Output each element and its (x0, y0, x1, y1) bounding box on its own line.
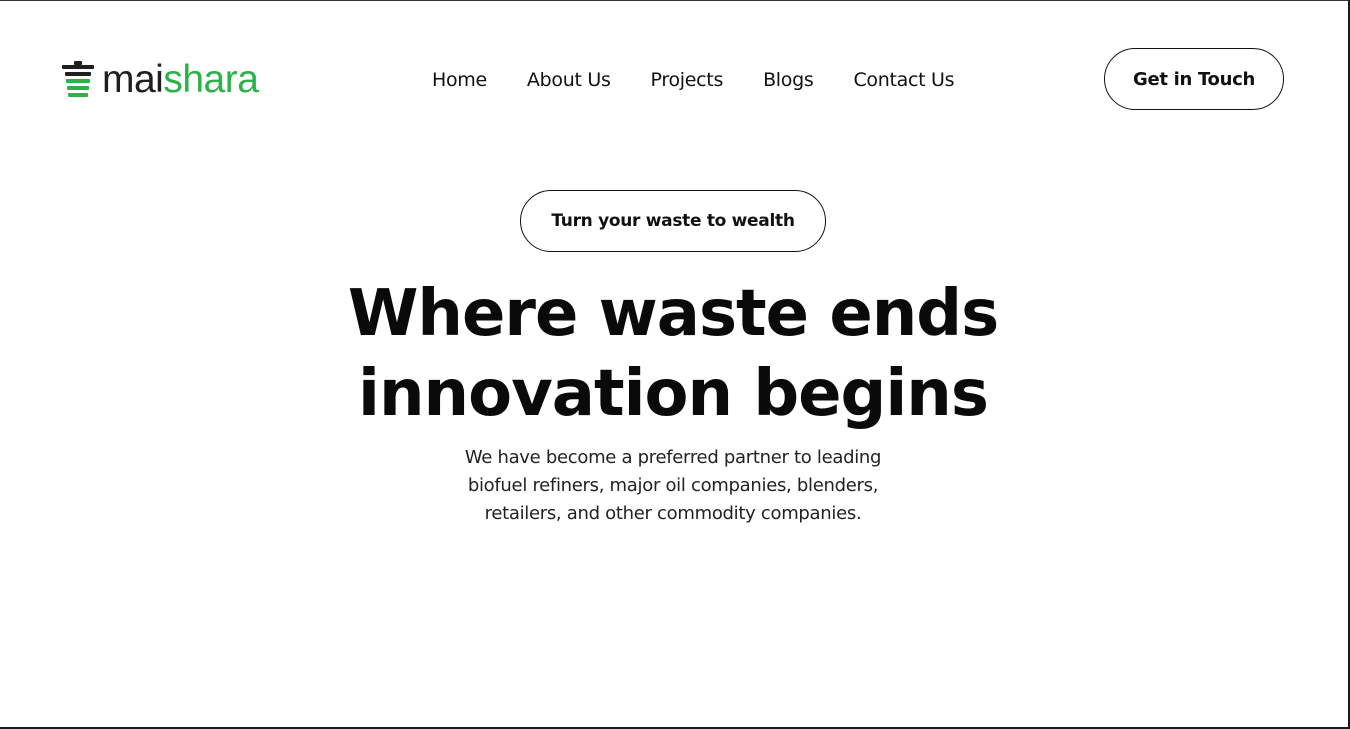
headline-line-1: Where waste ends (347, 277, 999, 351)
logo-link[interactable]: maishara (62, 58, 259, 102)
get-in-touch-button[interactable]: Get in Touch (1104, 48, 1284, 110)
trash-bin-icon (62, 61, 94, 97)
nav-contact-us[interactable]: Contact Us (853, 67, 954, 93)
brand-wordmark: maishara (102, 58, 259, 102)
description-line-2: biofuel refiners, major oil companies, b… (467, 475, 879, 496)
headline-line-2: innovation begins (358, 357, 989, 431)
nav-projects[interactable]: Projects (651, 67, 724, 93)
hero-headline: Where waste ends innovation begins (300, 274, 1046, 434)
nav-about-us[interactable]: About Us (527, 67, 611, 93)
nav-blogs[interactable]: Blogs (763, 67, 814, 93)
description-line-1: We have become a preferred partner to le… (464, 447, 882, 468)
hero-description: We have become a preferred partner to le… (440, 444, 906, 528)
brand-name-part1: mai (102, 58, 164, 101)
tagline-pill: Turn your waste to wealth (520, 190, 826, 252)
nav-home[interactable]: Home (432, 67, 487, 93)
brand-name-part2: shara (163, 58, 259, 101)
description-line-3: retailers, and other commodity companies… (484, 503, 862, 524)
main-nav: Home About Us Projects Blogs Contact Us (432, 67, 955, 93)
